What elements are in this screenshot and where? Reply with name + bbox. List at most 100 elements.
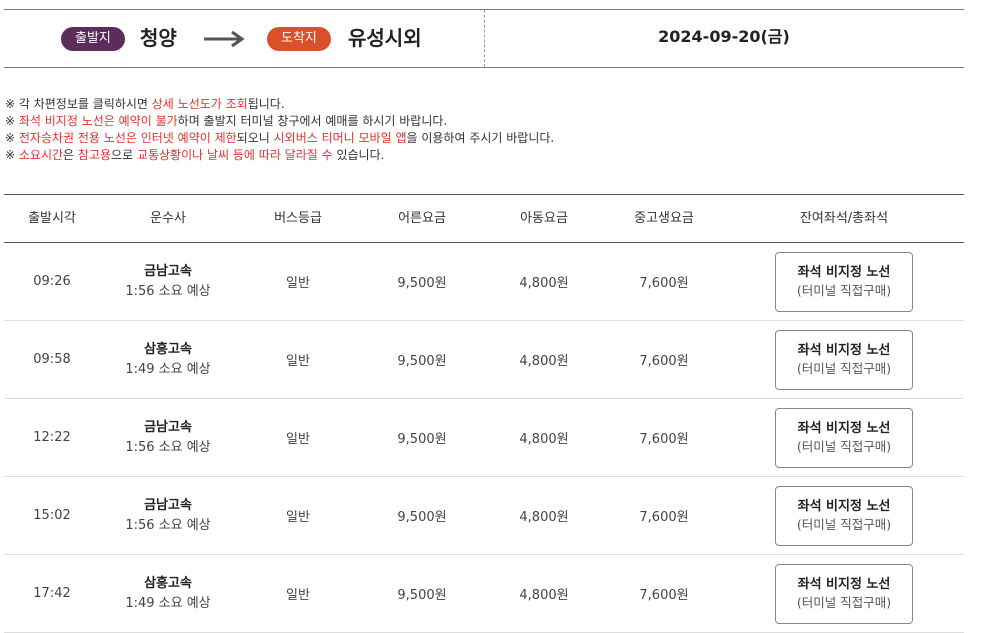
- child-fare: 4,800원: [519, 510, 569, 525]
- header-bus-grade: 버스등급: [274, 211, 322, 226]
- seat-cell: 좌석 비지정 노선 (터미널 직접구매): [724, 555, 964, 632]
- timetable: 출발시각 운수사 버스등급 어른요금 아동요금 중고생요금 잔여좌석/총좌석 0…: [4, 194, 964, 633]
- adult-fare: 9,500원: [397, 588, 447, 603]
- seat-purchase-note: (터미널 직접구매): [796, 282, 892, 298]
- bus-grade: 일반: [286, 588, 310, 603]
- bus-grade: 일반: [286, 276, 310, 291]
- header-adult-fare: 어른요금: [398, 211, 446, 226]
- company-name: 삼흥고속: [144, 341, 192, 357]
- notice-text: 있습니다.: [332, 148, 385, 162]
- departure-time: 17:42: [33, 586, 71, 601]
- notice-highlight: 참고용: [77, 148, 112, 162]
- seat-status-label: 좌석 비지정 노선: [797, 264, 891, 280]
- notice-text: ※ 각 차편정보를 클릭하시면: [5, 97, 152, 111]
- notice-text: 되오니: [236, 131, 274, 145]
- student-fare: 7,600원: [639, 432, 689, 447]
- notice-text: 됩니다.: [247, 97, 285, 111]
- seat-cell: 좌석 비지정 노선 (터미널 직접구매): [724, 477, 964, 554]
- notice-line: ※ 좌석 비지정 노선은 예약이 불가하며 출발지 터미널 창구에서 예매를 하…: [5, 113, 554, 130]
- table-row[interactable]: 09:26 금남고속 1:56 소요 예상 일반 9,500원 4,800원 7,600원 좌…: [4, 243, 964, 321]
- header-departure-time: 출발시각: [28, 211, 76, 226]
- table-row[interactable]: 15:02 금남고속 1:56 소요 예상 일반 9,500원 4,800원 7,600원 좌…: [4, 477, 964, 555]
- header-child-fare: 아동요금: [520, 211, 568, 226]
- seat-status-button[interactable]: 좌석 비지정 노선 (터미널 직접구매): [775, 251, 913, 312]
- notice-text: 을 이용하여 주시기 바랍니다.: [406, 131, 555, 145]
- notice-highlight: 교통상황이나 날씨 등에 따라 달라질 수: [136, 148, 333, 162]
- seat-purchase-note: (터미널 직접구매): [796, 360, 892, 376]
- student-fare: 7,600원: [639, 588, 689, 603]
- seat-purchase-note: (터미널 직접구매): [796, 516, 892, 532]
- student-fare: 7,600원: [639, 276, 689, 291]
- company-cell: 삼흥고속 1:49 소요 예상: [100, 555, 236, 632]
- route-summary: 출발지 청양 도착지 유성시외: [4, 10, 484, 67]
- header-seats: 잔여좌석/총좌석: [799, 211, 889, 226]
- adult-fare: 9,500원: [397, 276, 447, 291]
- company-name: 금남고속: [144, 263, 192, 279]
- trip-duration: 1:49 소요 예상: [125, 595, 211, 611]
- seat-purchase-note: (터미널 직접구매): [796, 594, 892, 610]
- seat-status-label: 좌석 비지정 노선: [797, 420, 891, 436]
- notice-line: ※ 소요시간은 참고용으로 교통상황이나 날씨 등에 따라 달라질 수 있습니다…: [5, 147, 554, 164]
- notice-text: 하며 출발지 터미널 창구에서 예매를 하시기 바랍니다.: [177, 114, 448, 128]
- header-student-fare: 중고생요금: [634, 211, 694, 226]
- seat-status-button[interactable]: 좌석 비지정 노선 (터미널 직접구매): [775, 329, 913, 390]
- arrow-right-icon: [204, 30, 245, 48]
- company-name: 금남고속: [144, 497, 192, 513]
- notice-list: ※ 각 차편정보를 클릭하시면 상세 노선도가 조회됩니다. ※ 좌석 비지정 노…: [5, 96, 554, 164]
- child-fare: 4,800원: [519, 354, 569, 369]
- company-cell: 금남고속 1:56 소요 예상: [100, 477, 236, 554]
- trip-duration: 1:56 소요 예상: [125, 439, 211, 455]
- seat-status-label: 좌석 비지정 노선: [797, 342, 891, 358]
- company-cell: 삼흥고속 1:49 소요 예상: [100, 321, 236, 398]
- table-body: 09:26 금남고속 1:56 소요 예상 일반 9,500원 4,800원 7,600원 좌…: [4, 243, 964, 633]
- notice-text: ※: [5, 131, 19, 145]
- company-cell: 금남고속 1:56 소요 예상: [100, 243, 236, 320]
- notice-highlight: 전자승차권 전용 노선은 인터넷 예약이 제한: [18, 131, 237, 145]
- departure-date: 2024-09-20(금): [658, 27, 790, 46]
- student-fare: 7,600원: [639, 510, 689, 525]
- trip-duration: 1:49 소요 예상: [125, 361, 211, 377]
- trip-duration: 1:56 소요 예상: [125, 517, 211, 533]
- departure-time: 09:58: [33, 352, 71, 367]
- company-name: 금남고속: [144, 419, 192, 435]
- company-cell: 금남고속 1:56 소요 예상: [100, 399, 236, 476]
- seat-purchase-note: (터미널 직접구매): [796, 438, 892, 454]
- seat-status-button[interactable]: 좌석 비지정 노선 (터미널 직접구매): [775, 563, 913, 624]
- departure-city: 청양: [140, 26, 177, 50]
- header-company: 운수사: [150, 211, 186, 226]
- notice-text: ※: [5, 148, 19, 162]
- adult-fare: 9,500원: [397, 354, 447, 369]
- seat-status-label: 좌석 비지정 노선: [797, 576, 891, 592]
- arrival-badge: 도착지: [267, 27, 331, 51]
- route-header: 출발지 청양 도착지 유성시외 2024-09-20(금): [4, 9, 964, 68]
- notice-highlight: 좌석 비지정 노선은 예약이 불가: [18, 114, 178, 128]
- notice-text: 은: [63, 148, 78, 162]
- seat-status-button[interactable]: 좌석 비지정 노선 (터미널 직접구매): [775, 485, 913, 546]
- bus-grade: 일반: [286, 432, 310, 447]
- child-fare: 4,800원: [519, 588, 569, 603]
- notice-highlight: 시외버스 티머니 모바일 앱: [273, 131, 407, 145]
- adult-fare: 9,500원: [397, 432, 447, 447]
- child-fare: 4,800원: [519, 276, 569, 291]
- bus-grade: 일반: [286, 510, 310, 525]
- adult-fare: 9,500원: [397, 510, 447, 525]
- seat-status-button[interactable]: 좌석 비지정 노선 (터미널 직접구매): [775, 407, 913, 468]
- departure-time: 12:22: [33, 430, 71, 445]
- child-fare: 4,800원: [519, 432, 569, 447]
- arrival-city: 유성시외: [348, 26, 422, 50]
- notice-highlight: 상세 노선도가 조회: [151, 97, 248, 111]
- table-row[interactable]: 17:42 삼흥고속 1:49 소요 예상 일반 9,500원 4,800원 7,600원 좌…: [4, 555, 964, 633]
- notice-text: ※: [5, 114, 19, 128]
- company-name: 삼흥고속: [144, 575, 192, 591]
- table-row[interactable]: 09:58 삼흥고속 1:49 소요 예상 일반 9,500원 4,800원 7,600원 좌…: [4, 321, 964, 399]
- departure-time: 15:02: [33, 508, 71, 523]
- seat-status-label: 좌석 비지정 노선: [797, 498, 891, 514]
- notice-line: ※ 전자승차권 전용 노선은 인터넷 예약이 제한되오니 시외버스 티머니 모바…: [5, 130, 554, 147]
- seat-cell: 좌석 비지정 노선 (터미널 직접구매): [724, 321, 964, 398]
- table-header: 출발시각 운수사 버스등급 어른요금 아동요금 중고생요금 잔여좌석/총좌석: [4, 194, 964, 243]
- notice-text: 으로: [111, 148, 137, 162]
- trip-duration: 1:56 소요 예상: [125, 283, 211, 299]
- table-row[interactable]: 12:22 금남고속 1:56 소요 예상 일반 9,500원 4,800원 7,600원 좌…: [4, 399, 964, 477]
- departure-badge: 출발지: [61, 27, 125, 51]
- bus-grade: 일반: [286, 354, 310, 369]
